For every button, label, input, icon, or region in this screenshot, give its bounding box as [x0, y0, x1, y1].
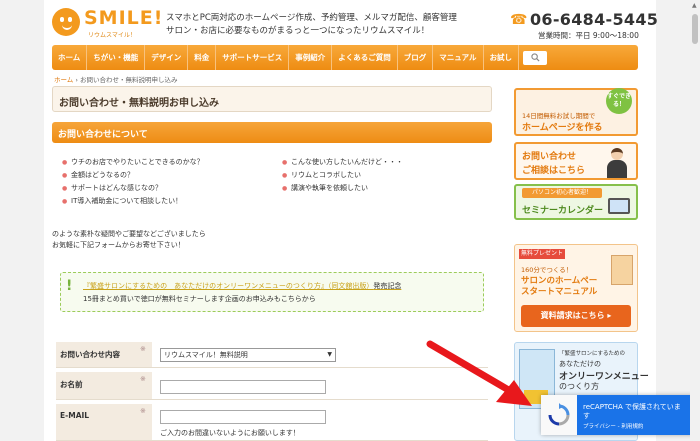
nav-item-manual[interactable]: マニュアル [433, 45, 484, 70]
seminar-banner-title: セミナーカレンダー [522, 206, 604, 216]
computer-icon [608, 198, 630, 214]
email-label: E-MAIL [60, 411, 90, 420]
tagline-line-2: サロン・お店に必要なものがまるっと一つになったリウムスマイル！ [166, 26, 430, 36]
notice-book-link[interactable]: 『繁盛サロンにするための あなただけのオンリーワンメニューのつくり方』（同文舘出… [83, 281, 401, 291]
page-title-box: お問い合わせ・無料説明お申し込み [52, 86, 492, 112]
trial-banner[interactable]: すぐできる！ 14日間無料お試し期間で ホームページを作る [514, 88, 638, 136]
nav-item-blog[interactable]: ブログ [398, 45, 434, 70]
inquiry-label: お問い合わせ内容 [60, 350, 120, 359]
chevron-down-icon: ▼ [327, 351, 332, 358]
nav-item-support[interactable]: サポートサービス [216, 45, 290, 70]
manual-banner[interactable]: 無料プレゼント 160分でつくる！ サロンのホームペー スタートマニュアル 資料… [514, 244, 638, 332]
notice-book-title[interactable]: 『繁盛サロンにするための あなただけのオンリーワンメニューのつくり方』（同文舘出… [83, 282, 373, 290]
page-frame: SMILE! リウムスマイル！ スマホとPC両対応のホームページ作成、予約管理、… [44, 0, 659, 441]
nav-item-trial[interactable]: お試し [484, 45, 520, 70]
email-note: ご入力のお間違いないようにお願いします！ [160, 429, 300, 437]
nav-item-cases[interactable]: 事例紹介 [289, 45, 333, 70]
email-field[interactable] [160, 410, 326, 424]
breadcrumb-home[interactable]: ホーム [54, 76, 73, 84]
book-banner-line-1: あなただけの [559, 360, 601, 368]
manual-banner-tag: 無料プレゼント [519, 249, 565, 259]
list-item: リウムとコラボしたい [282, 169, 403, 182]
form-row-name: お名前 ※ [56, 372, 488, 400]
trial-badge: すぐできる！ [606, 88, 632, 114]
intro-line-2: お気軽に下記フォームからお寄せ下さい！ [52, 241, 185, 249]
main-nav: ホーム ちがい・機能 デザイン 料金 サポートサービス 事例紹介 よくあるご質問… [52, 45, 638, 70]
page-title: お問い合わせ・無料説明お申し込み [59, 98, 219, 109]
contact-banner-line-1: お問い合わせ [522, 152, 577, 162]
manual-image [611, 255, 633, 285]
seminar-banner-tag: パソコン初心者歓迎！ [522, 188, 602, 198]
intro-line-1: のような素朴な疑問やご要望などございましたら [52, 230, 206, 238]
email-label-cell: E-MAIL ※ [56, 404, 152, 440]
red-arrow-annotation [426, 340, 532, 406]
book-banner-subtitle: 「繁盛サロンにするための [559, 351, 626, 357]
nav-item-pricing[interactable]: 料金 [188, 45, 217, 70]
recaptcha-links[interactable]: プライバシー - 利用規約 [583, 422, 643, 430]
nav-item-features[interactable]: ちがい・機能 [87, 45, 146, 70]
seminar-banner[interactable]: パソコン初心者歓迎！ セミナーカレンダー [514, 184, 638, 220]
tagline-line-1: スマホとPC両対応のホームページ作成、予約管理、メルマガ配信、顧客管理 [166, 13, 457, 23]
question-list-right: こんな使い方したいんだけど・・・ リウムとコラボしたい 講演や執筆を依頼したい [282, 156, 403, 195]
inquiry-selected-value: リウムスマイル！無料説明 [164, 351, 248, 359]
operator-image [606, 148, 628, 178]
section-header: お問い合わせについて [52, 122, 492, 143]
manual-banner-line-3: スタートマニュアル [521, 287, 598, 297]
scrollbar-thumb[interactable] [692, 14, 698, 44]
smile-face-icon [52, 8, 80, 36]
recaptcha-logo-icon [541, 395, 577, 435]
form-row-email: E-MAIL ※ ご入力のお間違いないようにお願いします！ [56, 404, 488, 441]
recaptcha-title-wrap: す [583, 412, 590, 420]
logo-subtitle: リウムスマイル！ [88, 32, 136, 39]
name-label: お名前 [60, 380, 83, 389]
inquiry-label-cell: お問い合わせ内容 ※ [56, 342, 152, 367]
intro-text: のような素朴な疑問やご要望などございましたら お気軽に下記フォームからお寄せ下さ… [52, 229, 206, 251]
trial-banner-subtitle: 14日間無料お試し期間で [522, 112, 596, 120]
nav-item-home[interactable]: ホーム [52, 45, 88, 70]
exclamation-icon: ! [66, 278, 73, 294]
list-item: ウチのお店でやりたいことできるのかな？ [62, 156, 204, 169]
manual-banner-line-1: 160分でつくる！ [521, 266, 573, 274]
question-list-left: ウチのお店でやりたいことできるのかな？ 金額はどうなるの？ サポートはどんな感じ… [62, 156, 204, 208]
page: SMILE! リウムスマイル！ スマホとPC両対応のホームページ作成、予約管理、… [0, 0, 700, 441]
nav-search-button[interactable] [523, 50, 548, 65]
list-item: サポートはどんな感じなの？ [62, 182, 204, 195]
required-mark: ※ [140, 345, 146, 353]
scroll-up-icon[interactable]: ▲ [692, 2, 697, 9]
tagline: スマホとPC両対応のホームページ作成、予約管理、メルマガ配信、顧客管理 サロン・… [166, 12, 457, 38]
required-mark: ※ [140, 407, 146, 415]
required-mark: ※ [140, 375, 146, 383]
logo[interactable]: SMILE! リウムスマイル！ [52, 6, 162, 40]
scrollbar[interactable]: ▲ [690, 0, 700, 441]
list-item: IT導入補助金について相談したい！ [62, 195, 204, 208]
form-row-inquiry: お問い合わせ内容 ※ リウムスマイル！無料説明 ▼ [56, 342, 488, 368]
trial-banner-title: ホームページを作る [522, 123, 603, 133]
breadcrumb-current: お問い合わせ・無料説明申し込み [80, 76, 178, 84]
notice-release-label: 発売記念 [373, 282, 402, 290]
phone-icon: ☎ [510, 12, 528, 28]
name-field[interactable] [160, 380, 326, 394]
section-title: お問い合わせについて [58, 130, 148, 140]
contact-banner-line-2: ご相談はこちら [522, 166, 586, 176]
name-label-cell: お名前 ※ [56, 372, 152, 399]
list-item: 金額はどうなるの？ [62, 169, 204, 182]
logo-text: SMILE! [84, 7, 164, 29]
breadcrumb: ホーム › お問い合わせ・無料説明申し込み [54, 74, 178, 84]
nav-item-design[interactable]: デザイン [145, 45, 189, 70]
inquiry-select[interactable]: リウムスマイル！無料説明 ▼ [160, 348, 336, 362]
notice-description: 15冊まとめ買いで徳口が無料セミナーします企画のお申込みもこちらから [83, 295, 316, 303]
book-banner-line-3: のつくり方 [559, 382, 599, 391]
search-icon [530, 53, 540, 62]
request-materials-button[interactable]: 資料請求はこちら ▸ [521, 305, 631, 327]
recaptcha-title: reCAPTCHA で保護されていま [583, 403, 681, 411]
nav-item-faq[interactable]: よくあるご質問 [332, 45, 398, 70]
business-hours: 営業時間：平日 9:00〜18:00 [538, 31, 639, 40]
notice-box: ! 『繁盛サロンにするための あなただけのオンリーワンメニューのつくり方』（同文… [60, 272, 484, 312]
recaptcha-badge[interactable]: reCAPTCHA で保護されていま す プライバシー - 利用規約 [541, 395, 696, 435]
list-item: こんな使い方したいんだけど・・・ [282, 156, 403, 169]
phone-number: 06-6484-5445 [530, 10, 659, 29]
contact-banner[interactable]: お問い合わせ ご相談はこちら [514, 142, 638, 180]
list-item: 講演や執筆を依頼したい [282, 182, 403, 195]
